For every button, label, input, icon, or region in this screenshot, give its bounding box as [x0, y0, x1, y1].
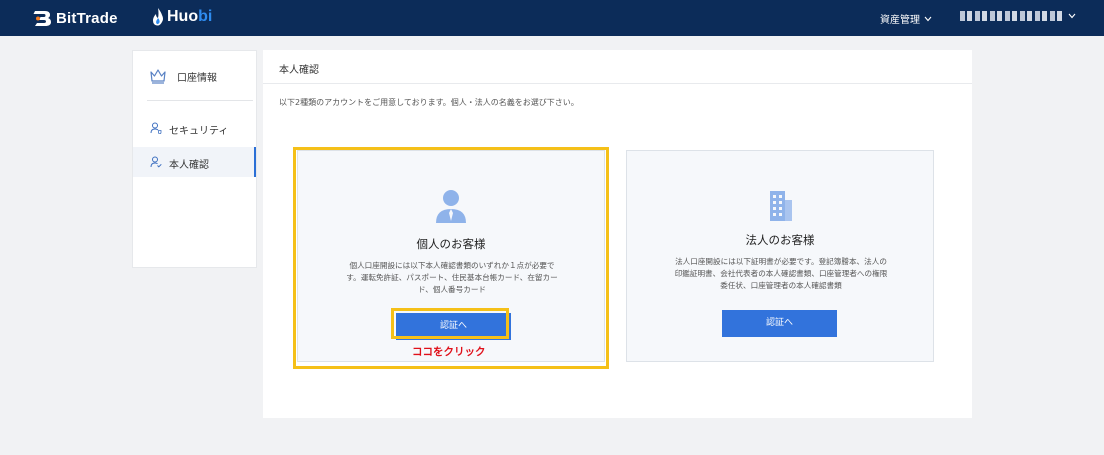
card-description-line: 印鑑証明書、会社代表者の本人確認書類、口座管理者への権限	[674, 269, 888, 278]
sidebar-divider	[147, 100, 253, 101]
account-sidebar: 口座情報 セキュリティ 本人確認	[132, 50, 257, 268]
user-check-icon	[150, 156, 162, 168]
title-divider	[263, 83, 972, 84]
sidebar-item-label: セキュリティ	[169, 126, 229, 137]
active-indicator	[254, 147, 256, 177]
card-description-line: 法人口座開設には以下証明書が必要です。登記簿謄本、法人の	[675, 257, 887, 266]
huobi-flame-icon	[153, 8, 163, 26]
page-description: 以下2種類のアカウントをご用意しております。個人・法人の名義をお選び下さい。	[279, 98, 579, 107]
card-description-line: 委任状、口座管理者の本人確認書類	[720, 281, 842, 290]
page-title: 本人確認	[279, 65, 319, 76]
asset-management-menu[interactable]: 資産管理	[880, 11, 932, 26]
sidebar-item-account-info[interactable]: 口座情報	[133, 51, 256, 101]
building-icon	[770, 191, 792, 221]
user-shield-icon	[150, 122, 162, 134]
button-highlight-frame	[391, 308, 509, 339]
sidebar-item-identity-verification[interactable]: 本人確認	[133, 147, 256, 177]
sidebar-account-info-label: 口座情報	[177, 73, 217, 84]
huobi-logo-text-a: Huo	[167, 8, 199, 25]
sidebar-item-label: 本人確認	[169, 160, 209, 171]
corporate-verify-button[interactable]: 認証へ	[722, 310, 837, 337]
huobi-logo-text-b: bi	[198, 8, 213, 25]
user-name-masked	[960, 11, 1064, 21]
card-title: 法人のお客様	[745, 233, 815, 247]
top-navigation-bar: BitTrade Huobi 資産管理	[0, 0, 1104, 36]
card-description: 法人口座開設には以下証明書が必要です。登記簿謄本、法人の 印鑑証明書、会社代表者…	[659, 256, 903, 292]
crown-icon	[150, 69, 166, 84]
user-account-menu[interactable]	[960, 11, 1076, 21]
asset-management-label: 資産管理	[880, 15, 920, 26]
bittrade-logo-text: BitTrade	[56, 9, 118, 27]
huobi-logo-text: Huobi	[167, 8, 212, 26]
chevron-down-icon	[1068, 13, 1076, 19]
bittrade-logo[interactable]: BitTrade	[32, 9, 118, 27]
bittrade-logo-icon	[33, 11, 51, 26]
click-here-note: ココをクリック	[412, 346, 486, 358]
corporate-account-card: 法人のお客様 法人口座開設には以下証明書が必要です。登記簿謄本、法人の 印鑑証明…	[626, 150, 934, 362]
chevron-down-icon	[924, 16, 932, 21]
huobi-logo[interactable]: Huobi	[152, 8, 212, 26]
sidebar-item-security[interactable]: セキュリティ	[133, 113, 256, 143]
